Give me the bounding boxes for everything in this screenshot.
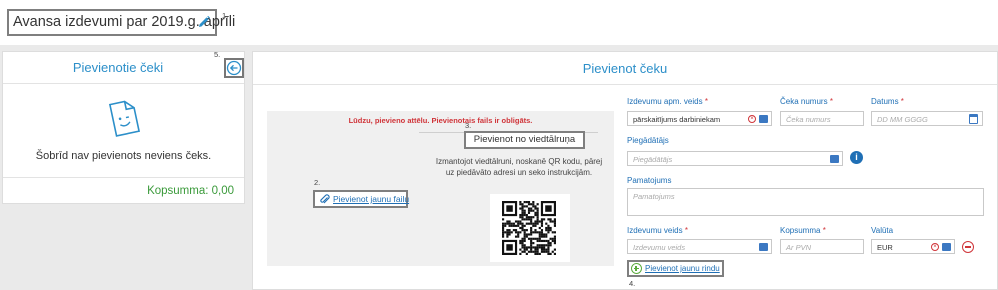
calendar-icon[interactable] <box>969 114 978 124</box>
remove-row-icon[interactable] <box>962 241 974 253</box>
total-label: Kopsumma * <box>780 226 826 235</box>
justification-label: Pamatojums <box>627 176 672 185</box>
plus-circle-icon <box>631 263 642 274</box>
empty-receipts-text: Šobrīd nav pievienots neviens čeks. <box>35 150 212 162</box>
cost-type-label: Izdevumu veids * <box>627 226 688 235</box>
justification-textarea[interactable]: Pamatojums <box>627 188 984 216</box>
upload-area: Lūdzu, pievieno attēlu. Pievienotais fai… <box>267 111 614 266</box>
added-receipts-header: Pievienotie čeki 5. <box>3 50 244 84</box>
add-receipt-title: Pievienot čeku <box>582 61 668 76</box>
date-input[interactable]: DD MM GGGG <box>871 111 983 126</box>
add-row-link[interactable]: Pievienot jaunu rindu <box>627 260 724 277</box>
receipt-number-label: Čeka numurs * <box>780 97 833 106</box>
pencil-icon[interactable] <box>197 15 211 29</box>
date-label: Datums * <box>871 97 904 106</box>
expense-type-label: Izdevumu apm. veids * <box>627 97 708 106</box>
top-bar: Avansa izdevumi par 2019.g. aprīli 1. <box>0 0 998 45</box>
add-file-label: Pievienot jaunu failu <box>333 194 410 204</box>
step-marker-4: 4. <box>629 279 636 288</box>
add-from-phone-button[interactable]: Pievienot no viedtālruņa <box>464 131 585 149</box>
cost-type-placeholder: Izdevumu veids <box>633 243 686 252</box>
list-select-icon[interactable] <box>759 115 768 123</box>
list-select-icon[interactable] <box>942 243 951 251</box>
add-receipt-header: Pievienot čeku <box>253 52 997 85</box>
cost-type-select[interactable]: Izdevumu veids <box>627 239 772 254</box>
added-receipts-title: Pievienotie čeki <box>72 60 164 75</box>
supplier-label: Piegādātājs <box>627 136 669 145</box>
upload-error-message: Lūdzu, pievieno attēlu. Pievienotais fai… <box>348 116 533 125</box>
qr-instructions: Izmantojot viedtālruni, noskanē QR kodu,… <box>435 157 603 177</box>
total-input[interactable]: Ar PVN <box>780 239 864 254</box>
report-title-field[interactable]: Avansa izdevumi par 2019.g. aprīli <box>7 9 235 36</box>
qr-code-image <box>502 201 556 255</box>
step-marker-1: 1. <box>222 11 229 20</box>
info-icon[interactable]: i <box>850 151 863 164</box>
back-button[interactable] <box>224 58 244 78</box>
supplier-placeholder: Piegādātājs <box>633 155 673 164</box>
empty-receipt-icon <box>108 100 141 137</box>
qr-code <box>490 194 570 262</box>
supplier-select[interactable]: Piegādātājs <box>627 151 843 166</box>
total-footer: Kopsumma: 0,00 <box>3 177 244 204</box>
currency-select[interactable]: EUR × <box>871 239 955 254</box>
clear-icon[interactable]: × <box>748 115 756 123</box>
add-file-link[interactable]: Pievienot jaunu failu <box>313 190 410 208</box>
step-marker-5: 5. <box>214 50 221 59</box>
clear-icon[interactable]: × <box>931 243 939 251</box>
add-row-label: Pievienot jaunu rindu <box>645 264 720 273</box>
currency-label: Valūta <box>871 226 894 235</box>
receipt-number-input[interactable]: Čeka numurs <box>780 111 864 126</box>
total-sum: Kopsumma: 0,00 <box>147 185 234 197</box>
add-receipt-panel: Pievienot čeku Lūdzu, pievieno attēlu. P… <box>252 51 998 290</box>
step-marker-3: 3. <box>465 121 472 130</box>
list-select-icon[interactable] <box>759 243 768 251</box>
date-placeholder: DD MM GGGG <box>877 115 928 124</box>
currency-value: EUR <box>877 243 893 252</box>
added-receipts-panel: Pievienotie čeki 5. Šobrīd nav pievienot… <box>2 50 245 204</box>
expense-type-select[interactable]: pārskaitījums darbiniekam × <box>627 111 772 126</box>
list-select-icon[interactable] <box>830 155 839 163</box>
paperclip-icon <box>320 194 330 204</box>
step-marker-2: 2. <box>314 178 321 187</box>
arrow-left-circle-icon <box>226 60 242 76</box>
expense-type-value: pārskaitījums darbiniekam <box>633 115 721 124</box>
